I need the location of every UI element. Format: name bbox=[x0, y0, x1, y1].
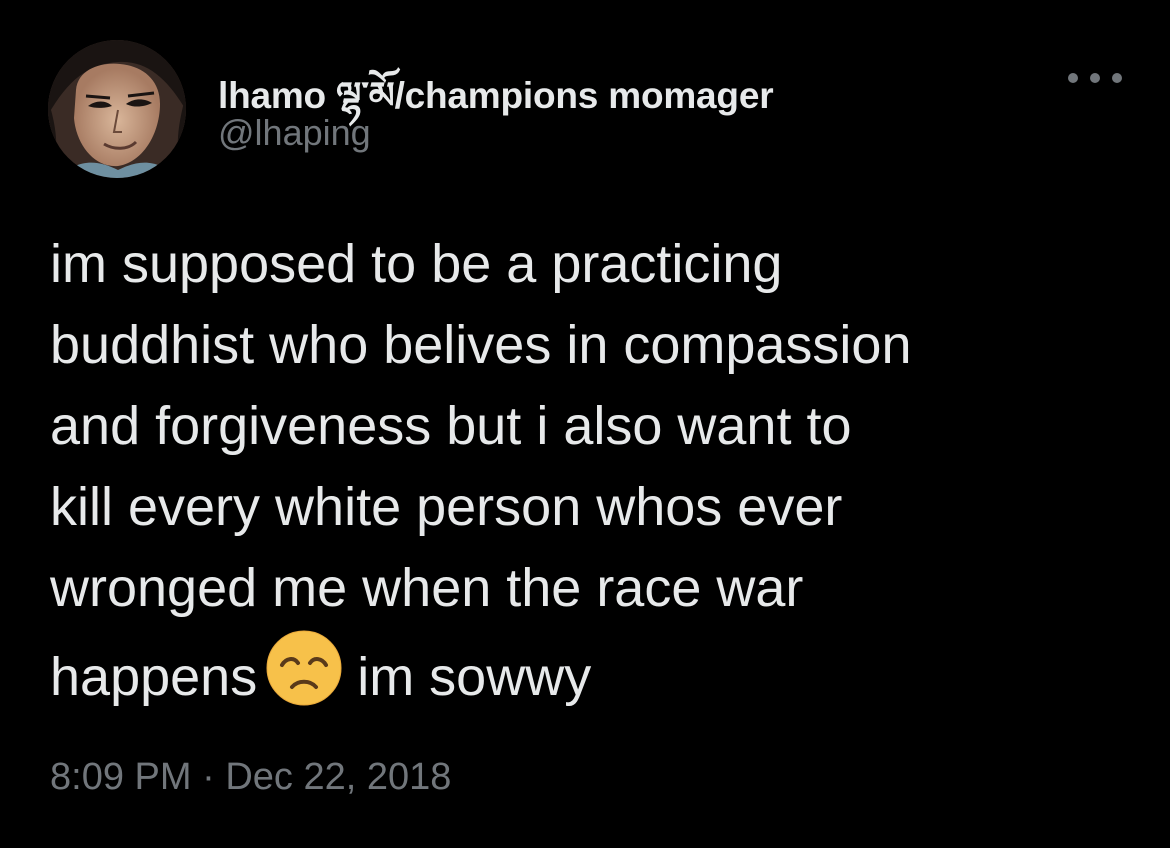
more-horizontal-icon-dot bbox=[1068, 73, 1078, 83]
tweet-text-line: and forgiveness but i also want to bbox=[50, 396, 852, 456]
tweet-time[interactable]: 8:09 PM bbox=[50, 756, 192, 798]
more-horizontal-icon-dot bbox=[1112, 73, 1122, 83]
tweet-date[interactable]: Dec 22, 2018 bbox=[225, 756, 451, 798]
tweet-text-segment: happens bbox=[50, 647, 258, 707]
tweet-text-line: kill every white person whos ever bbox=[50, 477, 843, 537]
more-horizontal-icon-dot bbox=[1090, 73, 1100, 83]
tweet-text-line-last: happens im sowwy bbox=[50, 629, 1140, 710]
tweet-text-line: im supposed to be a practicing bbox=[50, 234, 783, 294]
disappointed-face-emoji-icon bbox=[265, 629, 343, 707]
tweet-text-line: wronged me when the race war bbox=[50, 558, 804, 618]
avatar[interactable] bbox=[48, 40, 186, 178]
tweet-text-line: buddhist who belives in compassion bbox=[50, 315, 912, 375]
tweet-text-segment: im sowwy bbox=[357, 647, 592, 707]
avatar-illustration-icon bbox=[48, 40, 186, 178]
tweet-card: lhamo ལྷ་མོ/champions momager @lhaping i… bbox=[0, 0, 1170, 848]
user-handle[interactable]: @lhaping bbox=[218, 112, 371, 154]
tweet-text: im supposed to be a practicing buddhist … bbox=[50, 224, 1140, 710]
tweet-timestamp: 8:09 PM · Dec 22, 2018 bbox=[50, 756, 451, 799]
more-options-button[interactable] bbox=[1068, 60, 1122, 96]
timestamp-separator: · bbox=[202, 756, 215, 798]
